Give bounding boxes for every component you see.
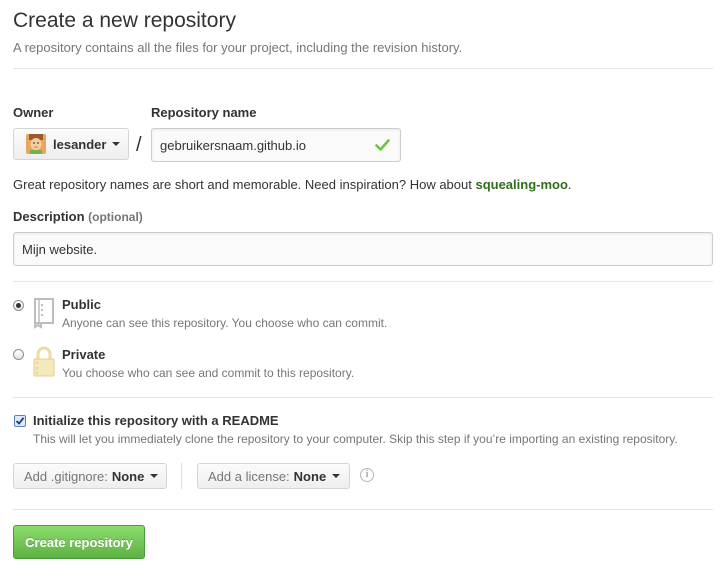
hint-text: Great repository names are short and mem… [13, 177, 476, 192]
description-label: Description (optional) [13, 209, 143, 224]
owner-dropdown[interactable]: lesander [13, 128, 129, 160]
init-readme-title[interactable]: Initialize this repository with a README [33, 413, 279, 428]
public-description: Anyone can see this repository. You choo… [62, 316, 388, 330]
description-input[interactable] [13, 232, 713, 266]
create-repository-button[interactable]: Create repository [13, 525, 145, 559]
avatar [26, 134, 46, 154]
repo-name-label: Repository name [151, 105, 257, 120]
gitignore-label: Add .gitignore: [24, 468, 108, 484]
owner-repo-separator: / [136, 134, 142, 156]
check-icon [375, 139, 390, 151]
page-title: Create a new repository [13, 9, 236, 32]
description-label-text: Description [13, 209, 85, 224]
divider [13, 68, 713, 69]
repo-name-input[interactable] [151, 128, 401, 162]
license-label: Add a license: [208, 468, 290, 484]
info-icon[interactable]: i [360, 468, 374, 482]
owner-label: Owner [13, 105, 54, 120]
gitignore-dropdown[interactable]: Add .gitignore: None [13, 463, 167, 489]
vertical-divider [181, 463, 182, 489]
divider [13, 281, 713, 282]
private-radio[interactable] [13, 349, 24, 360]
divider [13, 397, 713, 398]
public-title: Public [62, 297, 102, 312]
license-dropdown[interactable]: Add a license: None [197, 463, 350, 489]
name-suggestion[interactable]: squealing-moo [475, 177, 567, 192]
hint-suffix: . [567, 177, 572, 192]
checkmark-icon [15, 417, 25, 425]
chevron-down-icon [112, 142, 121, 146]
chevron-down-icon [332, 474, 341, 478]
public-radio[interactable] [13, 300, 24, 311]
divider [13, 509, 713, 510]
optional-tag: (optional) [88, 210, 143, 224]
gitignore-value: None [111, 468, 145, 484]
page-subtitle: A repository contains all the files for … [13, 40, 463, 55]
license-value: None [293, 468, 327, 484]
name-hint: Great repository names are short and mem… [13, 177, 572, 192]
init-readme-checkbox[interactable] [14, 415, 26, 427]
chevron-down-icon [150, 474, 159, 478]
init-readme-description: This will let you immediately clone the … [33, 432, 678, 446]
private-title: Private [62, 347, 106, 362]
private-description: You choose who can see and commit to thi… [62, 366, 355, 380]
lock-icon [33, 346, 55, 377]
owner-name: lesander [53, 136, 107, 152]
book-icon [34, 298, 54, 329]
